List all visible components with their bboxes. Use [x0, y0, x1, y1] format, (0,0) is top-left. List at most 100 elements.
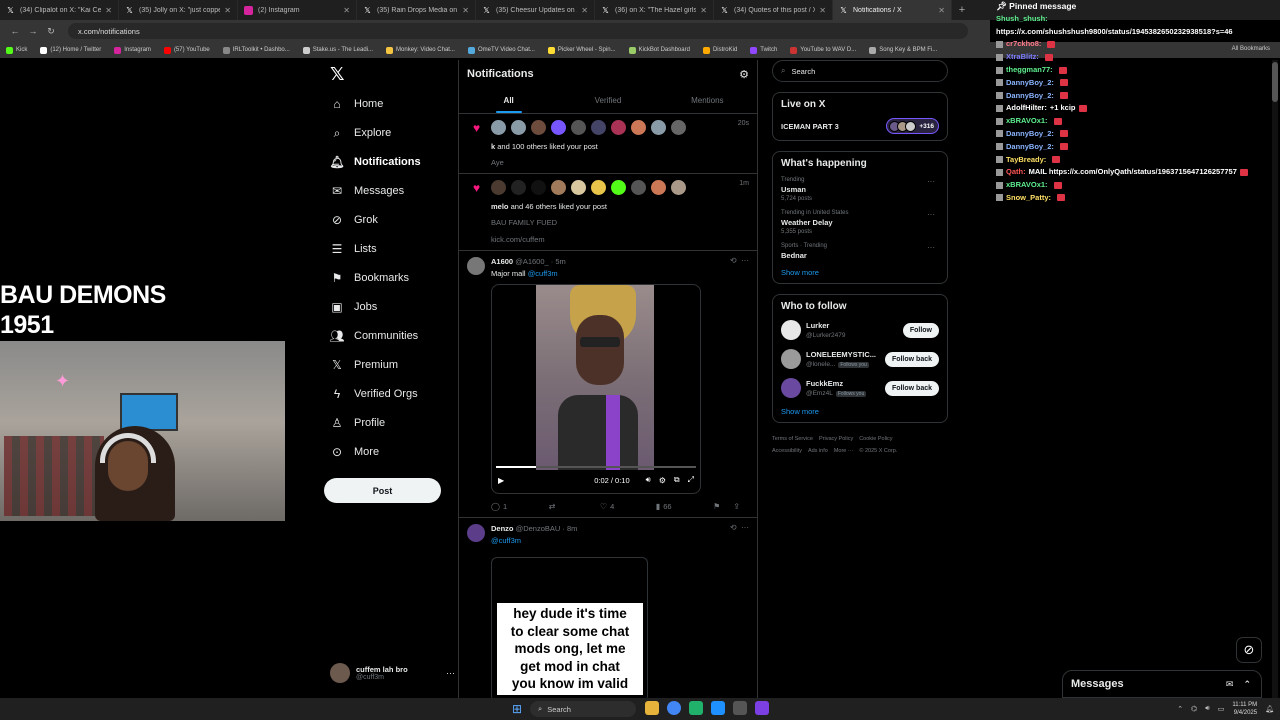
file-explorer-icon[interactable] [645, 701, 659, 715]
avatar[interactable] [631, 180, 646, 195]
avatar[interactable] [511, 120, 526, 135]
chrome-icon[interactable] [667, 701, 681, 715]
avatar[interactable] [491, 180, 506, 195]
avatar[interactable] [531, 120, 546, 135]
video-player[interactable]: ▶ 0:02 / 0:10 🔊︎ ⚙ ⧉ ⤢ [491, 284, 701, 494]
browser-tab[interactable]: 𝕏 (34) Quotes of this post / X ✕ [714, 0, 833, 20]
more-options-icon[interactable]: ··· [927, 210, 935, 219]
close-icon[interactable]: ✕ [700, 6, 707, 15]
bookmark[interactable]: Monkey: Video Chat... [386, 46, 455, 54]
bookmark[interactable]: (12) Home / Twitter [40, 46, 101, 54]
avatar[interactable] [591, 120, 606, 135]
notification-like[interactable]: ♥ 1m melo and 46 others liked your post … [459, 174, 757, 251]
avatar[interactable] [781, 349, 801, 369]
bookmark-button[interactable]: ⚑ [713, 502, 723, 511]
pip-icon[interactable]: ⧉ [674, 475, 680, 485]
follow-suggestion[interactable]: LONELEEMYSTIC... @lonele... Follows you Fo… [781, 349, 939, 369]
repost-button[interactable]: ⇄ [549, 502, 559, 511]
windows-start-icon[interactable]: ⊞ [512, 702, 522, 716]
trend-item[interactable]: Trending Usman 5,724 posts ··· [781, 177, 939, 202]
avatar[interactable] [591, 180, 606, 195]
page-scrollbar[interactable] [1272, 60, 1278, 700]
tweet[interactable]: ⟲ ··· Denzo @DenzoBAU · 8m @cuff3m hey d… [459, 518, 757, 700]
nav-bookmarks[interactable]: ⚑ Bookmarks [330, 267, 409, 289]
taskbar-search[interactable]: ⌕ Search [530, 701, 636, 717]
compose-message-icon[interactable]: ✉ [1226, 679, 1234, 690]
nav-explore[interactable]: ⌕ Explore [330, 122, 392, 144]
close-icon[interactable]: ✕ [224, 6, 231, 15]
nav-lists[interactable]: ☰ Lists [330, 238, 377, 260]
close-icon[interactable]: ✕ [938, 6, 945, 15]
bookmark[interactable]: YouTube to WAV D... [790, 46, 856, 54]
more-options-icon[interactable]: ··· [927, 243, 935, 252]
settings-icon[interactable]: ⚙ [659, 476, 666, 485]
app-icon[interactable] [733, 701, 747, 715]
trend-item[interactable]: Trending in United States Weather Delay … [781, 210, 939, 235]
bookmark[interactable]: Song Key & BPM Fi... [869, 46, 937, 54]
nav-grok[interactable]: ⊘ Grok [330, 209, 378, 231]
bookmark[interactable]: OmeTV Video Chat... [467, 46, 535, 54]
tab-verified[interactable]: Verified [558, 88, 657, 113]
close-icon[interactable]: ✕ [105, 6, 112, 15]
close-icon[interactable]: ✕ [581, 6, 588, 15]
x-logo-icon[interactable]: 𝕏 [330, 64, 345, 85]
bookmark[interactable]: Stake.us - The Leadi... [302, 46, 373, 54]
live-item[interactable]: ICEMAN PART 3 +316 [781, 118, 939, 134]
clock[interactable]: 11:11 PM 9/4/2025 [1232, 701, 1257, 717]
url-input[interactable]: x.com/notifications [68, 23, 968, 39]
browser-tab[interactable]: (2) Instagram ✕ [238, 0, 357, 20]
avatar[interactable] [571, 120, 586, 135]
new-tab-button[interactable]: + [952, 0, 972, 20]
follow-back-button[interactable]: Follow back [884, 380, 939, 396]
avatar[interactable] [671, 120, 686, 135]
like-button[interactable]: ♡ 4 [600, 502, 614, 511]
volume-icon[interactable]: 🔊︎ [1205, 705, 1209, 713]
grok-icon[interactable]: ⟲ [730, 523, 737, 532]
chevron-up-icon[interactable]: ⌃ [1177, 705, 1183, 713]
close-icon[interactable]: ✕ [819, 6, 826, 15]
app-icon[interactable] [755, 701, 769, 715]
notification-like[interactable]: ♥ 20s k and 100 others liked your post A… [459, 114, 757, 174]
browser-tab[interactable]: 𝕏(34) Clipalot on X: "Kai Cenat w✕ [0, 0, 119, 20]
nav-home[interactable]: ⌂ Home [330, 93, 383, 115]
account-switcher[interactable]: cuffem lah bro @cuff3m ··· [330, 663, 455, 683]
avatar[interactable] [467, 257, 485, 275]
volume-icon[interactable]: 🔊︎ [646, 475, 651, 485]
tweet-image[interactable]: hey dude it's time to clear some chat mo… [491, 557, 648, 700]
more-options-icon[interactable]: ··· [741, 256, 749, 265]
views-button[interactable]: ▮ 66 [656, 502, 672, 511]
bookmark[interactable]: (57) YouTube [163, 46, 210, 54]
tab-mentions[interactable]: Mentions [658, 88, 757, 113]
reload-icon[interactable]: ↻ [42, 26, 60, 37]
browser-tab[interactable]: 𝕏(35) Cheesur Updates on X: "C✕ [476, 0, 595, 20]
follow-suggestion[interactable]: FuckkEmz @Emz4L Follows you Follow back [781, 378, 939, 398]
avatar[interactable] [781, 378, 801, 398]
bookmark[interactable]: Twitch [750, 46, 777, 54]
grok-button[interactable]: ⊘ [1236, 637, 1262, 663]
browser-tab[interactable]: 𝕏(35) Rain Drops Media on X: "✕ [357, 0, 476, 20]
avatar[interactable] [611, 120, 626, 135]
show-more-link[interactable]: Show more [781, 407, 939, 416]
more-options-icon[interactable]: ··· [741, 523, 749, 532]
avatar[interactable] [671, 180, 686, 195]
nav-notifications[interactable]: 🔔︎ Notifications [329, 151, 420, 173]
nav-verified-orgs[interactable]: ϟ Verified Orgs [330, 383, 418, 405]
share-button[interactable]: ⇪ [733, 502, 743, 511]
messages-drawer[interactable]: Messages ✉ ⌃ [1062, 670, 1262, 698]
avatar[interactable] [551, 120, 566, 135]
nav-profile[interactable]: ♙ Profile [330, 412, 386, 434]
avatar[interactable] [651, 180, 666, 195]
bookmark[interactable]: DistroKid [702, 46, 737, 54]
chevron-up-icon[interactable]: ⌃ [1243, 679, 1251, 690]
more-options-icon[interactable]: ··· [927, 177, 935, 186]
tweet[interactable]: ⟲ ··· A1600 @A1600_ · 5m Major mall @cuf… [459, 251, 757, 518]
nav-messages[interactable]: ✉ Messages [330, 180, 404, 202]
avatar[interactable] [651, 120, 666, 135]
bookmark[interactable]: KickBot Dashboard [628, 46, 690, 54]
post-button[interactable]: Post [324, 478, 441, 503]
avatar[interactable] [491, 120, 506, 135]
fullscreen-icon[interactable]: ⤢ [688, 475, 694, 485]
search-input[interactable]: ⌕ Search [772, 60, 948, 82]
app-icon[interactable] [711, 701, 725, 715]
play-icon[interactable]: ▶ [498, 476, 504, 485]
